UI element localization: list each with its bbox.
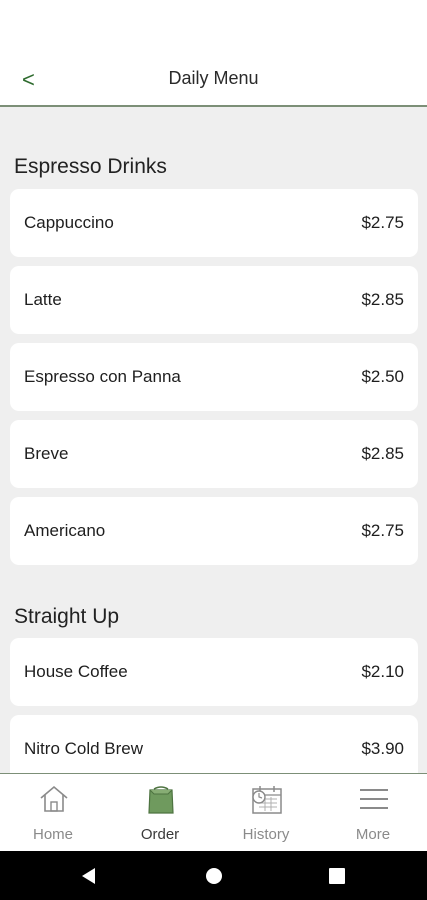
item-price: $2.10 <box>361 662 404 681</box>
menu-icon <box>360 789 388 809</box>
item-price: $2.75 <box>361 213 404 232</box>
menu-item-breve[interactable]: Breve $2.85 <box>10 420 418 488</box>
item-price: $2.85 <box>361 290 404 309</box>
item-price: $3.90 <box>361 739 404 758</box>
menu-item-latte[interactable]: Latte $2.85 <box>10 266 418 334</box>
menu-item-cappuccino[interactable]: Cappuccino $2.75 <box>10 189 418 257</box>
home-icon <box>40 785 68 812</box>
nav-label-more: More <box>355 826 391 843</box>
item-name: Latte <box>24 290 62 309</box>
item-name: Breve <box>24 444 69 463</box>
nav-home[interactable]: Home <box>0 774 106 852</box>
nav-label-order: Order <box>140 826 180 843</box>
nav-history[interactable]: History <box>213 774 319 852</box>
nav-order[interactable]: Order <box>107 774 213 852</box>
menu-item-nitro-cold-brew[interactable]: Nitro Cold Brew $3.90 <box>10 715 418 773</box>
history-icon <box>252 786 282 814</box>
item-name: Americano <box>24 521 106 540</box>
bottom-nav: Home Order History More <box>0 773 427 852</box>
menu-item-americano[interactable]: Americano $2.75 <box>10 497 418 565</box>
item-price: $2.50 <box>361 367 404 386</box>
item-name: Nitro Cold Brew <box>24 739 144 758</box>
item-name: Cappuccino <box>24 213 114 232</box>
item-price: $2.75 <box>361 521 404 540</box>
page-title: Daily Menu <box>168 68 259 88</box>
app-header: < Daily Menu <box>0 0 427 107</box>
nav-label-home: Home <box>32 826 73 843</box>
section-title-straight-up: Straight Up <box>14 605 120 628</box>
menu-item-espresso-con-panna[interactable]: Espresso con Panna $2.50 <box>10 343 418 411</box>
home-circle-icon[interactable] <box>205 867 223 885</box>
menu-item-house-coffee[interactable]: House Coffee $2.10 <box>10 638 418 706</box>
section-title-espresso-drinks: Espresso Drinks <box>14 155 167 178</box>
item-price: $2.85 <box>361 444 404 463</box>
recents-square-icon[interactable] <box>329 868 345 884</box>
item-name: Espresso con Panna <box>24 367 181 386</box>
nav-label-history: History <box>242 826 290 843</box>
order-bag-icon <box>148 786 174 814</box>
system-nav-bar <box>0 851 427 900</box>
item-name: House Coffee <box>24 662 128 681</box>
back-triangle-icon[interactable] <box>80 867 98 885</box>
menu-list[interactable]: Espresso Drinks Cappuccino $2.75 Latte $… <box>0 107 427 773</box>
nav-more[interactable]: More <box>320 774 426 852</box>
